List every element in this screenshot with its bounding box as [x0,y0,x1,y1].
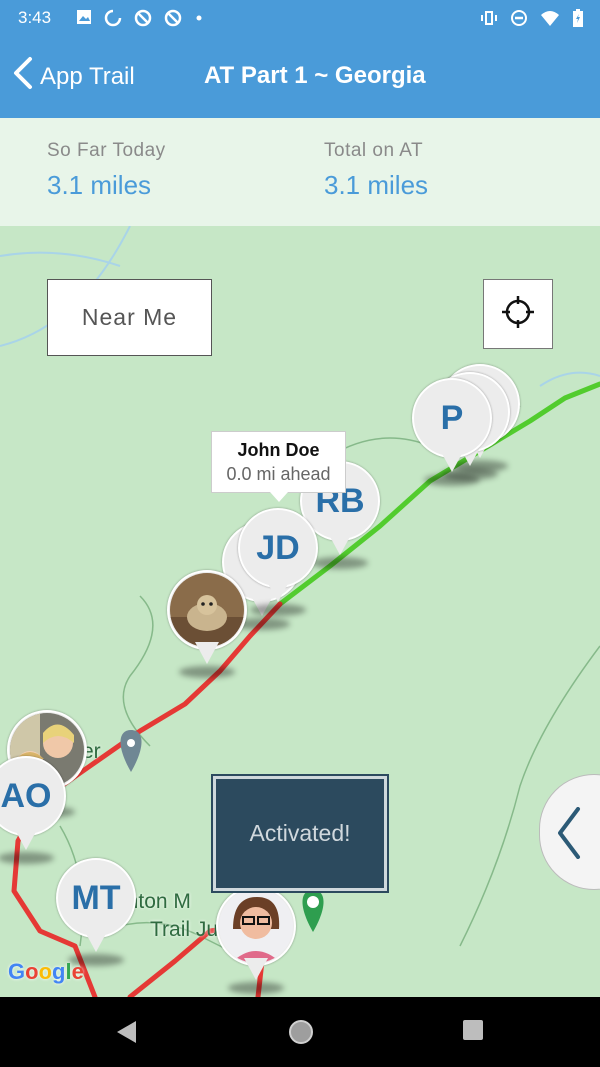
woman-photo [219,889,293,963]
blocked-icon [164,9,182,31]
battery-icon [572,9,584,31]
tooltip-name: John Doe [237,440,320,460]
crosshair-icon [500,294,536,335]
stat-today: So Far Today 3.1 miles [47,140,166,201]
pin-initials: P [440,398,464,437]
hiker-pin-ao[interactable]: AO [0,756,68,864]
back-button-label: App Trail [40,62,135,90]
hiker-info-tooltip[interactable]: John Doe 0.0 mi ahead [211,431,346,502]
blocked-icon [134,9,152,31]
pin-initials: MT [71,878,121,917]
wifi-icon [540,9,560,31]
page-title: AT Part 1 ~ Georgia [204,62,426,89]
photo-pin-woman[interactable] [214,886,298,994]
status-notification-icons [76,9,204,31]
status-bar: 3:43 [0,0,600,36]
dog-photo [170,573,244,647]
activated-toast: Activated! [211,774,389,893]
app-bar: App Trail AT Part 1 ~ Georgia [0,36,600,118]
google-logo: Google [8,959,84,984]
stat-total: Total on AT 3.1 miles [324,140,428,201]
chevron-left-icon [12,56,34,97]
pin-initials: AO [0,776,52,815]
my-location-button[interactable] [483,279,553,349]
map-location-marker-icon [120,730,142,772]
back-triangle-icon[interactable] [114,1019,138,1050]
home-circle-icon[interactable] [287,1018,315,1051]
stat-total-value: 3.1 miles [324,170,429,200]
hiker-pin-mt[interactable]: MT [54,858,138,966]
vibrate-icon [480,9,498,31]
image-icon [76,9,92,31]
pin-initials: JD [256,528,300,567]
photo-pin-dog[interactable] [165,570,249,678]
stat-today-label: So Far Today [47,140,166,161]
trail-map[interactable]: er enton M Trail Ju Near Me P RB JD John… [0,226,600,997]
system-nav-bar [0,997,600,1067]
dot-icon [194,9,204,31]
hiker-pin-p[interactable]: P [410,378,494,486]
stats-panel: So Far Today 3.1 miles Total on AT 3.1 m… [0,118,600,226]
back-button[interactable]: App Trail [12,56,135,97]
tooltip-distance: 0.0 mi ahead [226,464,331,484]
recents-square-icon[interactable] [462,1019,484,1046]
near-me-button[interactable]: Near Me [47,279,212,356]
dnd-icon [510,9,528,31]
map-place-label: Trail Ju [150,918,219,941]
status-time: 3:43 [18,8,52,27]
status-system-icons [480,9,584,31]
hiker-poi-icon [302,890,324,932]
stat-total-label: Total on AT [324,140,424,161]
sync-icon [104,9,122,31]
stat-today-value: 3.1 miles [47,170,152,200]
